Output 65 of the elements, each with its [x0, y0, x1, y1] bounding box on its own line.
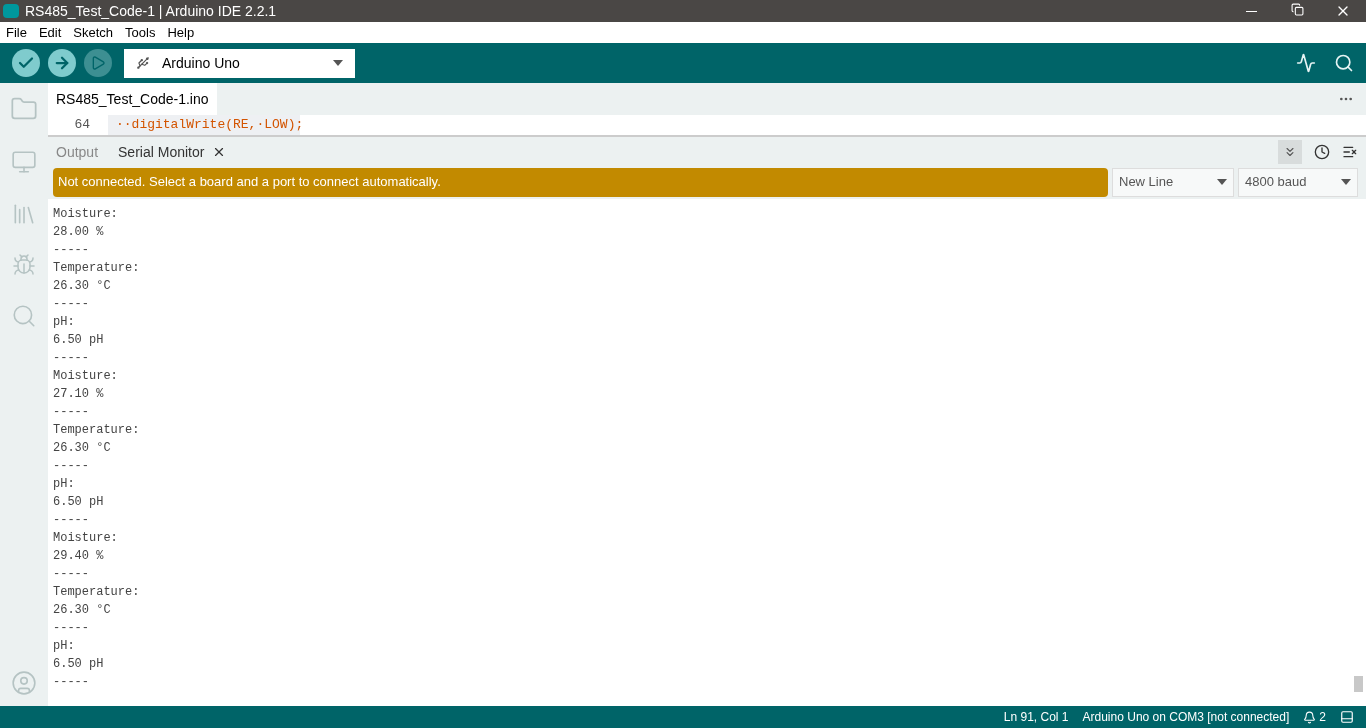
- output-line: -----: [53, 458, 89, 475]
- panel-tab[interactable]: Serial Monitor: [118, 141, 227, 163]
- scrollbar-thumb[interactable]: [1353, 676, 1363, 692]
- output-line: -----: [53, 350, 89, 367]
- output-line: Moisture:: [53, 206, 118, 223]
- output-line: -----: [53, 512, 89, 529]
- board-status: Arduino Uno on COM3 [not connected]: [1082, 709, 1290, 726]
- output-line: 28.00 %: [53, 224, 104, 241]
- output-line: Moisture:: [53, 368, 118, 385]
- output-line: Temperature:: [53, 260, 140, 277]
- notification-count: 2: [1319, 709, 1326, 726]
- editor-tab[interactable]: RS485_Test_Code-1.ino: [48, 83, 217, 115]
- output-line: -----: [53, 674, 89, 691]
- output-line: -----: [53, 404, 89, 421]
- output-line: 6.50 pH: [53, 332, 104, 349]
- timestamp-icon[interactable]: [1314, 144, 1330, 160]
- play-icon: [90, 55, 106, 71]
- app-logo-icon: [3, 4, 19, 18]
- output-line: pH:: [53, 638, 75, 655]
- menu-item[interactable]: Sketch: [73, 22, 114, 43]
- output-line: -----: [53, 242, 89, 259]
- warning-banner: Not connected. Select a board and a port to connect automatically.: [53, 167, 1108, 197]
- notification-icon[interactable]: [1303, 710, 1317, 724]
- minimize-icon: [1245, 10, 1257, 12]
- window-title: RS485_Test_Code-1 | Arduino IDE 2.2.1: [25, 1, 277, 21]
- output-line: 6.50 pH: [53, 656, 104, 673]
- output-line: pH:: [53, 476, 75, 493]
- toggle-panel-icon[interactable]: [1340, 710, 1354, 724]
- output-line: 27.10 %: [53, 386, 104, 403]
- menu-item[interactable]: File: [6, 22, 27, 43]
- output-line: 26.30 °C: [53, 278, 111, 295]
- output-line: Temperature:: [53, 422, 140, 439]
- serial-plotter-button[interactable]: [1296, 53, 1316, 73]
- verify-button[interactable]: [12, 49, 40, 77]
- serial-monitor-button[interactable]: [1334, 53, 1354, 73]
- board-selector[interactable]: Arduino Uno: [124, 48, 355, 78]
- output-line: Temperature:: [53, 584, 140, 601]
- line-number: 64: [73, 116, 91, 134]
- pulse-icon: [1296, 53, 1316, 73]
- autoscroll-button[interactable]: [1278, 140, 1302, 164]
- caret-icon: [1217, 179, 1227, 185]
- cursor-position: Ln 91, Col 1: [1003, 709, 1069, 726]
- output-line: 29.40 %: [53, 548, 104, 565]
- menu-item[interactable]: Tools: [125, 22, 156, 43]
- menu-item[interactable]: Edit: [38, 22, 62, 43]
- clear-output-icon[interactable]: [1342, 144, 1358, 160]
- arrow-right-icon: [53, 54, 71, 72]
- magnifier-icon: [1334, 53, 1354, 73]
- output-line: -----: [53, 296, 89, 313]
- caret-icon: [333, 60, 343, 66]
- usb-icon: [136, 56, 150, 70]
- double-chevron-icon: [1283, 145, 1297, 159]
- output-line: 6.50 pH: [53, 494, 104, 511]
- output-line: 26.30 °C: [53, 440, 111, 457]
- restore-icon: [1290, 3, 1304, 16]
- line-ending-select[interactable]: New Line: [1112, 167, 1234, 197]
- output-line: 26.30 °C: [53, 602, 111, 619]
- output-line: Moisture:: [53, 530, 118, 547]
- menu-item[interactable]: Help: [167, 22, 195, 43]
- caret-icon: [1341, 179, 1351, 185]
- output-line: -----: [53, 620, 89, 637]
- baud-rate-select[interactable]: 4800 baud: [1238, 167, 1358, 197]
- upload-button[interactable]: [48, 49, 76, 77]
- output-line: pH:: [53, 314, 75, 331]
- output-line: -----: [53, 566, 89, 583]
